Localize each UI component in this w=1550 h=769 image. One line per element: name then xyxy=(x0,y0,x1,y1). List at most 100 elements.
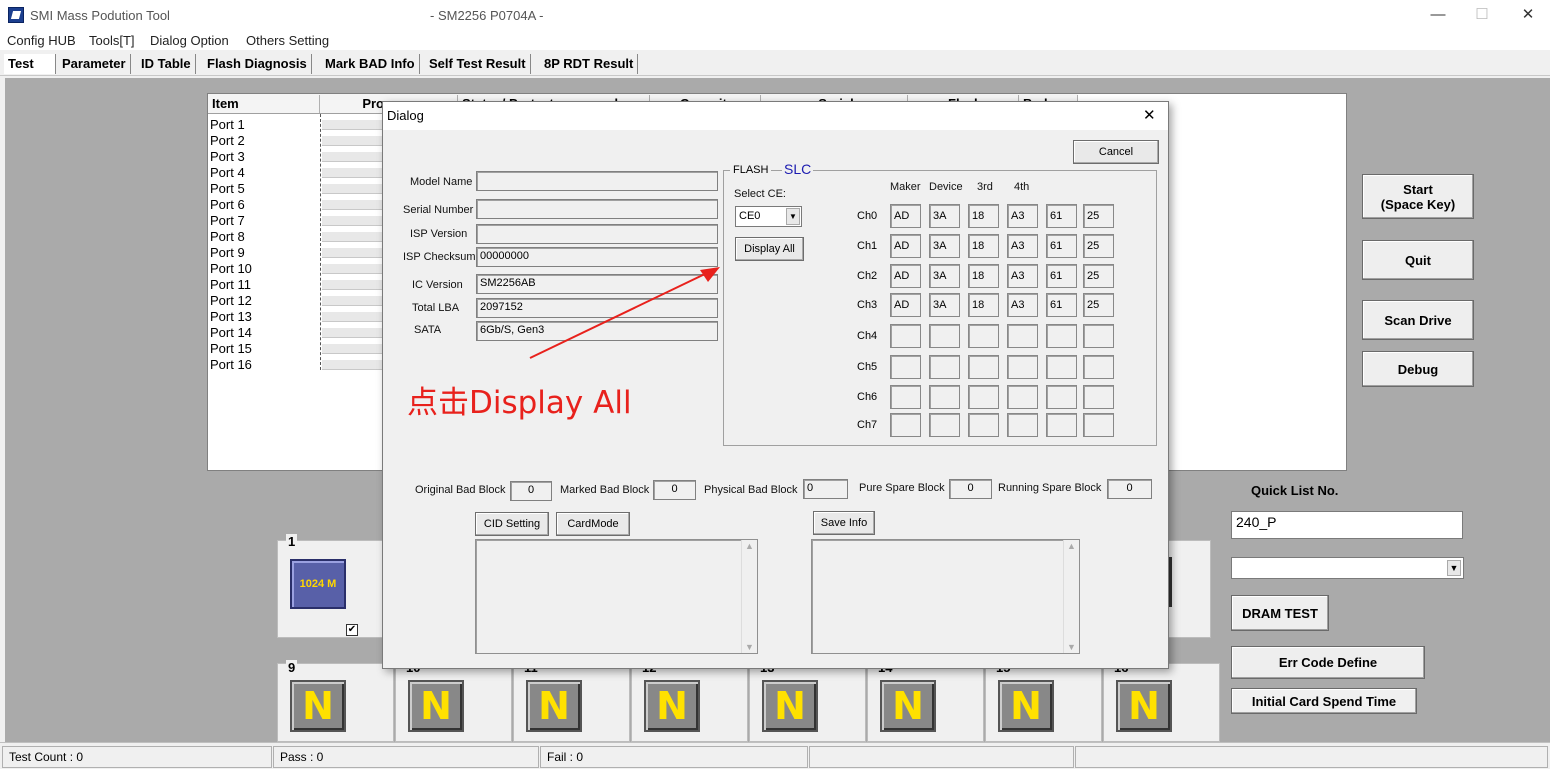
table-row[interactable]: Port 12 xyxy=(210,293,252,309)
cid-memo-box[interactable]: ▲ ▼ xyxy=(475,539,758,654)
flash-id-cell[interactable]: A3 xyxy=(1007,264,1038,288)
card-n-icon[interactable]: N xyxy=(880,680,936,732)
flash-id-cell[interactable]: 61 xyxy=(1046,204,1077,228)
flash-id-cell[interactable]: 25 xyxy=(1083,204,1114,228)
flash-id-cell[interactable] xyxy=(968,324,999,348)
tab-flash-diagnosis[interactable]: Flash Diagnosis xyxy=(203,54,312,74)
maximize-button[interactable]: ☐ xyxy=(1462,4,1502,26)
card-n-icon[interactable]: N xyxy=(998,680,1054,732)
card-n-icon[interactable]: N xyxy=(1116,680,1172,732)
table-row[interactable]: Port 14 xyxy=(210,325,252,341)
flash-id-cell[interactable] xyxy=(890,413,921,437)
menu-config-hub[interactable]: Config HUB xyxy=(7,33,76,48)
serial-number-field[interactable] xyxy=(476,199,718,219)
scroll-up-icon[interactable]: ▲ xyxy=(1067,541,1076,551)
tab-id-table[interactable]: ID Table xyxy=(137,54,196,74)
card-n-icon[interactable]: N xyxy=(762,680,818,732)
flash-id-cell[interactable]: 61 xyxy=(1046,293,1077,317)
flash-id-cell[interactable] xyxy=(1083,385,1114,409)
flash-id-cell[interactable]: 61 xyxy=(1046,234,1077,258)
running-spare-block-field[interactable]: 0 xyxy=(1107,479,1152,499)
ic-version-field[interactable]: SM2256AB xyxy=(476,274,718,294)
total-lba-field[interactable]: 2097152 xyxy=(476,298,718,318)
flash-id-cell[interactable]: 3A xyxy=(929,293,960,317)
flash-id-cell[interactable]: 18 xyxy=(968,293,999,317)
flash-id-cell[interactable] xyxy=(929,413,960,437)
card-n-icon[interactable]: N xyxy=(644,680,700,732)
cancel-button[interactable]: Cancel xyxy=(1073,140,1159,164)
table-row[interactable]: Port 2 xyxy=(210,133,245,149)
flash-id-cell[interactable] xyxy=(890,385,921,409)
quick-list-dropdown[interactable]: ▼ xyxy=(1231,557,1464,579)
table-row[interactable]: Port 5 xyxy=(210,181,245,197)
memo-scrollbar[interactable]: ▲ ▼ xyxy=(1063,540,1079,653)
flash-id-cell[interactable] xyxy=(1046,355,1077,379)
flash-id-cell[interactable] xyxy=(1007,413,1038,437)
flash-id-cell[interactable]: AD xyxy=(890,293,921,317)
flash-id-cell[interactable]: 25 xyxy=(1083,234,1114,258)
flash-id-cell[interactable] xyxy=(1046,324,1077,348)
pure-spare-block-field[interactable]: 0 xyxy=(949,479,992,499)
table-row[interactable]: Port 10 xyxy=(210,261,252,277)
card-mode-button[interactable]: CardMode xyxy=(556,512,630,536)
flash-id-cell[interactable] xyxy=(1083,355,1114,379)
quick-list-input[interactable]: 240_P xyxy=(1231,511,1463,539)
table-row[interactable]: Port 13 xyxy=(210,309,252,325)
tab-parameter[interactable]: Parameter xyxy=(58,54,131,74)
isp-checksum-field[interactable]: 00000000 xyxy=(476,247,718,267)
dram-test-button[interactable]: DRAM TEST xyxy=(1231,595,1329,631)
isp-version-field[interactable] xyxy=(476,224,718,244)
flash-id-cell[interactable] xyxy=(1007,385,1038,409)
info-memo-box[interactable]: ▲ ▼ xyxy=(811,539,1080,654)
display-all-button[interactable]: Display All xyxy=(735,237,804,261)
table-row[interactable]: Port 16 xyxy=(210,357,252,373)
tab-8p-rdt-result[interactable]: 8P RDT Result xyxy=(540,54,639,74)
flash-id-cell[interactable]: 18 xyxy=(968,234,999,258)
close-button[interactable]: ✕ xyxy=(1508,4,1548,26)
flash-id-cell[interactable]: 61 xyxy=(1046,264,1077,288)
menu-dialog-option[interactable]: Dialog Option xyxy=(150,33,229,48)
flash-id-cell[interactable]: 3A xyxy=(929,264,960,288)
table-row[interactable]: Port 6 xyxy=(210,197,245,213)
flash-id-cell[interactable] xyxy=(929,324,960,348)
table-row[interactable]: Port 4 xyxy=(210,165,245,181)
table-row[interactable]: Port 3 xyxy=(210,149,245,165)
flash-id-cell[interactable]: A3 xyxy=(1007,234,1038,258)
tab-test[interactable]: Test xyxy=(4,54,56,74)
column-item[interactable]: Item xyxy=(208,95,320,113)
minimize-button[interactable]: — xyxy=(1418,4,1458,26)
flash-id-cell[interactable]: 3A xyxy=(929,234,960,258)
scroll-up-icon[interactable]: ▲ xyxy=(745,541,754,551)
tab-self-test-result[interactable]: Self Test Result xyxy=(425,54,531,74)
flash-id-cell[interactable]: 18 xyxy=(968,204,999,228)
slot-checkbox[interactable]: ✔ xyxy=(346,624,358,636)
table-row[interactable]: Port 9 xyxy=(210,245,245,261)
flash-id-cell[interactable]: A3 xyxy=(1007,204,1038,228)
flash-id-cell[interactable]: 25 xyxy=(1083,293,1114,317)
model-name-field[interactable] xyxy=(476,171,718,191)
table-row[interactable]: Port 11 xyxy=(210,277,251,293)
flash-id-cell[interactable] xyxy=(1083,413,1114,437)
flash-id-cell[interactable] xyxy=(929,355,960,379)
memo-scrollbar[interactable]: ▲ ▼ xyxy=(741,540,757,653)
flash-id-cell[interactable] xyxy=(968,413,999,437)
err-code-define-button[interactable]: Err Code Define xyxy=(1231,646,1425,679)
select-ce-dropdown[interactable]: CE0 ▼ xyxy=(735,206,802,227)
flash-id-cell[interactable]: AD xyxy=(890,264,921,288)
original-bad-block-field[interactable]: 0 xyxy=(510,481,552,501)
card-1024-icon[interactable]: 1024 M xyxy=(290,559,346,609)
flash-id-cell[interactable]: 18 xyxy=(968,264,999,288)
flash-id-cell[interactable]: AD xyxy=(890,204,921,228)
card-n-icon[interactable]: N xyxy=(526,680,582,732)
table-row[interactable]: Port 15 xyxy=(210,341,252,357)
flash-id-cell[interactable] xyxy=(1083,324,1114,348)
flash-id-cell[interactable] xyxy=(1007,355,1038,379)
flash-id-cell[interactable] xyxy=(1046,413,1077,437)
scroll-down-icon[interactable]: ▼ xyxy=(745,642,754,652)
card-n-icon[interactable]: N xyxy=(290,680,346,732)
flash-id-cell[interactable] xyxy=(1007,324,1038,348)
sata-field[interactable]: 6Gb/S, Gen3 xyxy=(476,321,718,341)
flash-id-cell[interactable] xyxy=(968,385,999,409)
marked-bad-block-field[interactable]: 0 xyxy=(653,480,696,500)
flash-id-cell[interactable] xyxy=(890,355,921,379)
